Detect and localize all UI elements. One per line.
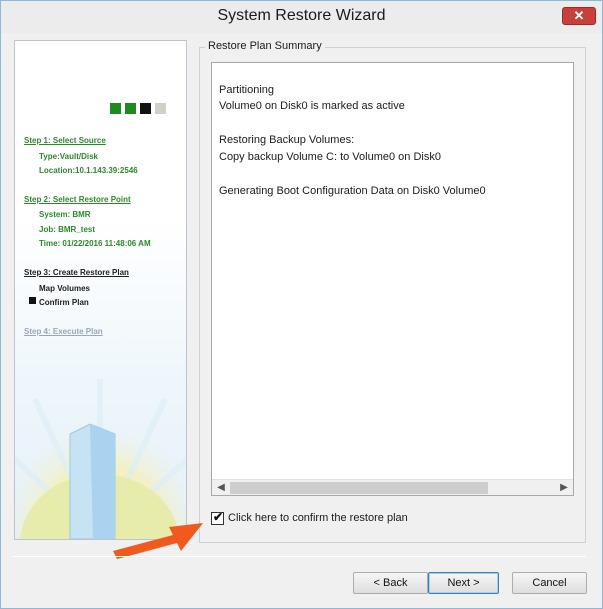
summary-textbox[interactable]: Partitioning Volume0 on Disk0 is marked …: [211, 62, 574, 496]
step-3-map-volumes: Map Volumes: [39, 284, 90, 293]
summary-line: Volume0 on Disk0 is marked as active: [219, 100, 405, 112]
scroll-right-icon[interactable]: ▶: [556, 481, 572, 495]
summary-line: Restoring Backup Volumes:: [219, 134, 355, 146]
close-button[interactable]: ✕: [562, 7, 596, 25]
window-title: System Restore Wizard: [217, 7, 386, 24]
cancel-button[interactable]: Cancel: [512, 572, 587, 594]
step-2-job: Job: BMR_test: [39, 225, 96, 234]
summary-line: Generating Boot Configuration Data on Di…: [219, 185, 486, 197]
wizard-steps-panel: Step 1: Select Source Type:Vault/Disk Lo…: [14, 40, 187, 540]
back-button[interactable]: < Back: [353, 572, 428, 594]
progress-square-4: [155, 103, 166, 114]
progress-square-1: [110, 103, 121, 114]
title-bar[interactable]: System Restore Wizard ✕: [1, 1, 602, 33]
confirm-plan-checkbox[interactable]: ✔: [211, 510, 224, 525]
horizontal-scrollbar[interactable]: ◀ ▶: [212, 479, 573, 495]
step-3-confirm-plan: Confirm Plan: [39, 298, 89, 307]
scroll-left-icon[interactable]: ◀: [213, 481, 229, 495]
step-2-system: System: BMR: [39, 210, 91, 219]
next-button[interactable]: Next >: [428, 572, 499, 594]
confirm-plan-label[interactable]: Click here to confirm the restore plan: [228, 512, 408, 524]
step-4-link: Step 4: Execute Plan: [24, 327, 103, 336]
progress-indicator: [110, 101, 170, 119]
system-restore-wizard-window: System Restore Wizard ✕ Step 1: Select S…: [0, 0, 603, 609]
step-1-location: Location:10.1.143.39:2546: [39, 166, 138, 175]
button-separator: [12, 556, 586, 557]
summary-line: Partitioning: [219, 84, 275, 96]
checkmark-icon: ✔: [213, 510, 224, 524]
annotation-arrow-icon: [113, 523, 203, 559]
summary-line: Copy backup Volume C: to Volume0 on Disk…: [219, 151, 441, 163]
scrollbar-thumb[interactable]: [230, 482, 488, 494]
current-substep-marker: [29, 297, 36, 304]
step-1-type: Type:Vault/Disk: [39, 152, 98, 161]
server-illustration: [15, 339, 186, 539]
step-2-link[interactable]: Step 2: Select Restore Point: [24, 195, 131, 204]
progress-square-2: [125, 103, 136, 114]
progress-square-3: [140, 103, 151, 114]
step-2-time: Time: 01/22/2016 11:48:06 AM: [39, 239, 151, 248]
step-1-link[interactable]: Step 1: Select Source: [24, 136, 106, 145]
restore-plan-summary-title: Restore Plan Summary: [205, 40, 325, 52]
step-3-link[interactable]: Step 3: Create Restore Plan: [24, 268, 129, 277]
